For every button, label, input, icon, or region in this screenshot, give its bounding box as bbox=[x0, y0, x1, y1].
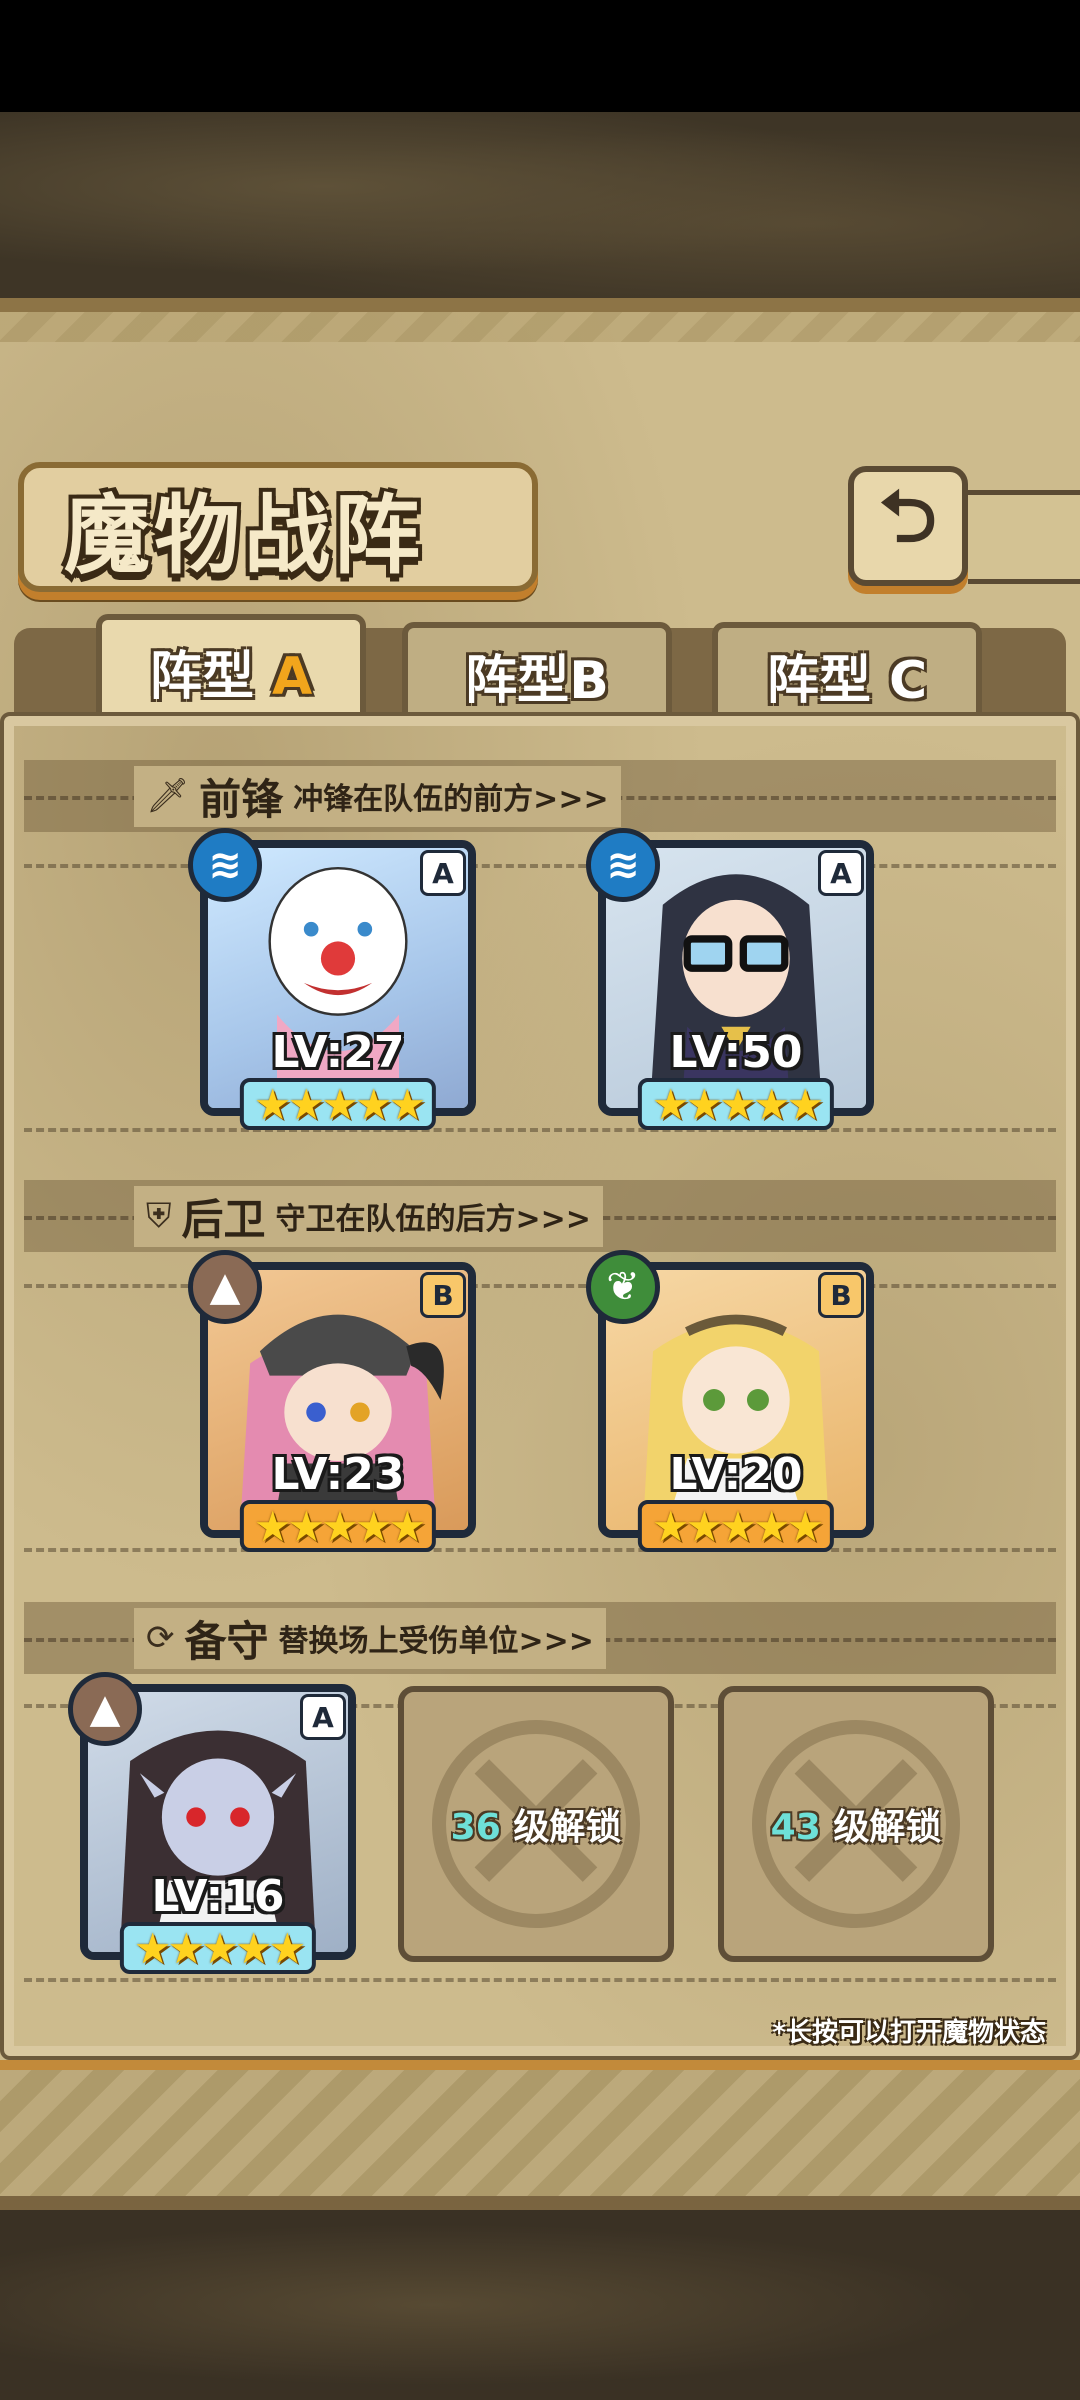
unit-card-rear-2[interactable]: LV:20 B ❦ ★★★★★ bbox=[586, 1250, 874, 1552]
star-rating: ★★★★★ bbox=[637, 1078, 835, 1130]
unlock-suffix: 级解锁 bbox=[833, 1807, 942, 1848]
tab-formation-b[interactable]: 阵型B bbox=[402, 622, 672, 722]
tab-label: 阵型 bbox=[149, 646, 254, 707]
rank-badge: A bbox=[818, 850, 864, 896]
bottom-border-band bbox=[0, 2060, 1080, 2210]
unlock-level: 36 bbox=[450, 1807, 501, 1848]
rear-row bbox=[24, 1284, 1056, 1552]
locked-slot-1[interactable]: ✕ 36 级解锁 bbox=[398, 1686, 674, 1962]
tab-letter: B bbox=[569, 650, 609, 711]
rank-badge: A bbox=[420, 850, 466, 896]
star-rating: ★★★★★ bbox=[119, 1922, 317, 1974]
earth-element-icon: ▲ bbox=[68, 1672, 142, 1746]
back-button[interactable]: ⮌ bbox=[848, 466, 968, 586]
map-background-bottom bbox=[0, 2210, 1080, 2400]
unit-level: LV:27 bbox=[271, 1027, 405, 1078]
unit-level: LV:16 bbox=[151, 1871, 285, 1922]
page-title: 魔物战阵 bbox=[64, 484, 424, 586]
section-title: 前锋 bbox=[199, 774, 284, 824]
rank-badge: B bbox=[818, 1272, 864, 1318]
unit-card-reserve-1[interactable]: LV:16 A ▲ ★★★★★ bbox=[68, 1672, 356, 1974]
leaf-element-icon: ❦ bbox=[586, 1250, 660, 1324]
section-desc: 守卫在队伍的后方>>> bbox=[275, 1202, 591, 1237]
unit-card-front-2[interactable]: LV:50 A ≋ ★★★★★ bbox=[586, 828, 874, 1130]
section-header-reserve: ⟳ 备守 替换场上受伤单位>>> bbox=[24, 1602, 1056, 1674]
title-plate: 魔物战阵 bbox=[18, 462, 538, 592]
section-desc: 冲锋在队伍的前方>>> bbox=[293, 782, 609, 817]
water-element-icon: ≋ bbox=[188, 828, 262, 902]
water-element-icon: ≋ bbox=[586, 828, 660, 902]
long-press-hint: *长按可以打开魔物状态 bbox=[772, 2018, 1046, 2048]
section-header-rear: ⛨ 后卫 守卫在队伍的后方>>> bbox=[24, 1180, 1056, 1252]
unit-level: LV:20 bbox=[669, 1449, 803, 1500]
tab-label: 阵型 bbox=[465, 650, 570, 711]
shield-icon: ⛨ bbox=[146, 1196, 172, 1236]
star-rating: ★★★★★ bbox=[239, 1078, 437, 1130]
unlock-level: 43 bbox=[770, 1807, 821, 1848]
tab-formation-c[interactable]: 阵型 C bbox=[712, 622, 982, 722]
sword-icon: 🗡 bbox=[146, 776, 190, 816]
earth-element-icon: ▲ bbox=[188, 1250, 262, 1324]
unlock-requirement: 43 级解锁 bbox=[771, 1798, 942, 1850]
star-rating: ★★★★★ bbox=[637, 1500, 835, 1552]
unit-card-rear-1[interactable]: LV:23 B ▲ ★★★★★ bbox=[188, 1250, 476, 1552]
map-background-top bbox=[0, 112, 1080, 298]
tab-label: 阵型 bbox=[766, 650, 871, 711]
unit-level: LV:23 bbox=[271, 1449, 405, 1500]
section-header-front: 🗡 前锋 冲锋在队伍的前方>>> bbox=[24, 760, 1056, 832]
unlock-requirement: 36 级解锁 bbox=[451, 1798, 622, 1850]
star-rating: ★★★★★ bbox=[239, 1500, 437, 1552]
swap-icon: ⟳ bbox=[146, 1618, 175, 1658]
tab-formation-a[interactable]: 阵型 A bbox=[96, 614, 366, 722]
unit-card-front-1[interactable]: LV:27 A ≋ ★★★★★ bbox=[188, 828, 476, 1130]
rank-badge: A bbox=[300, 1694, 346, 1740]
section-desc: 替换场上受伤单位>>> bbox=[278, 1624, 594, 1659]
section-title: 备守 bbox=[184, 1616, 269, 1666]
section-title: 后卫 bbox=[181, 1194, 266, 1244]
tab-letter: A bbox=[271, 646, 313, 707]
tab-letter: C bbox=[888, 650, 928, 711]
back-arrow-icon: ⮌ bbox=[879, 474, 937, 558]
front-row bbox=[24, 864, 1056, 1132]
back-rail bbox=[968, 490, 1080, 584]
unlock-suffix: 级解锁 bbox=[513, 1807, 622, 1848]
locked-slot-2[interactable]: ✕ 43 级解锁 bbox=[718, 1686, 994, 1962]
rank-badge: B bbox=[420, 1272, 466, 1318]
unit-level: LV:50 bbox=[669, 1027, 803, 1078]
